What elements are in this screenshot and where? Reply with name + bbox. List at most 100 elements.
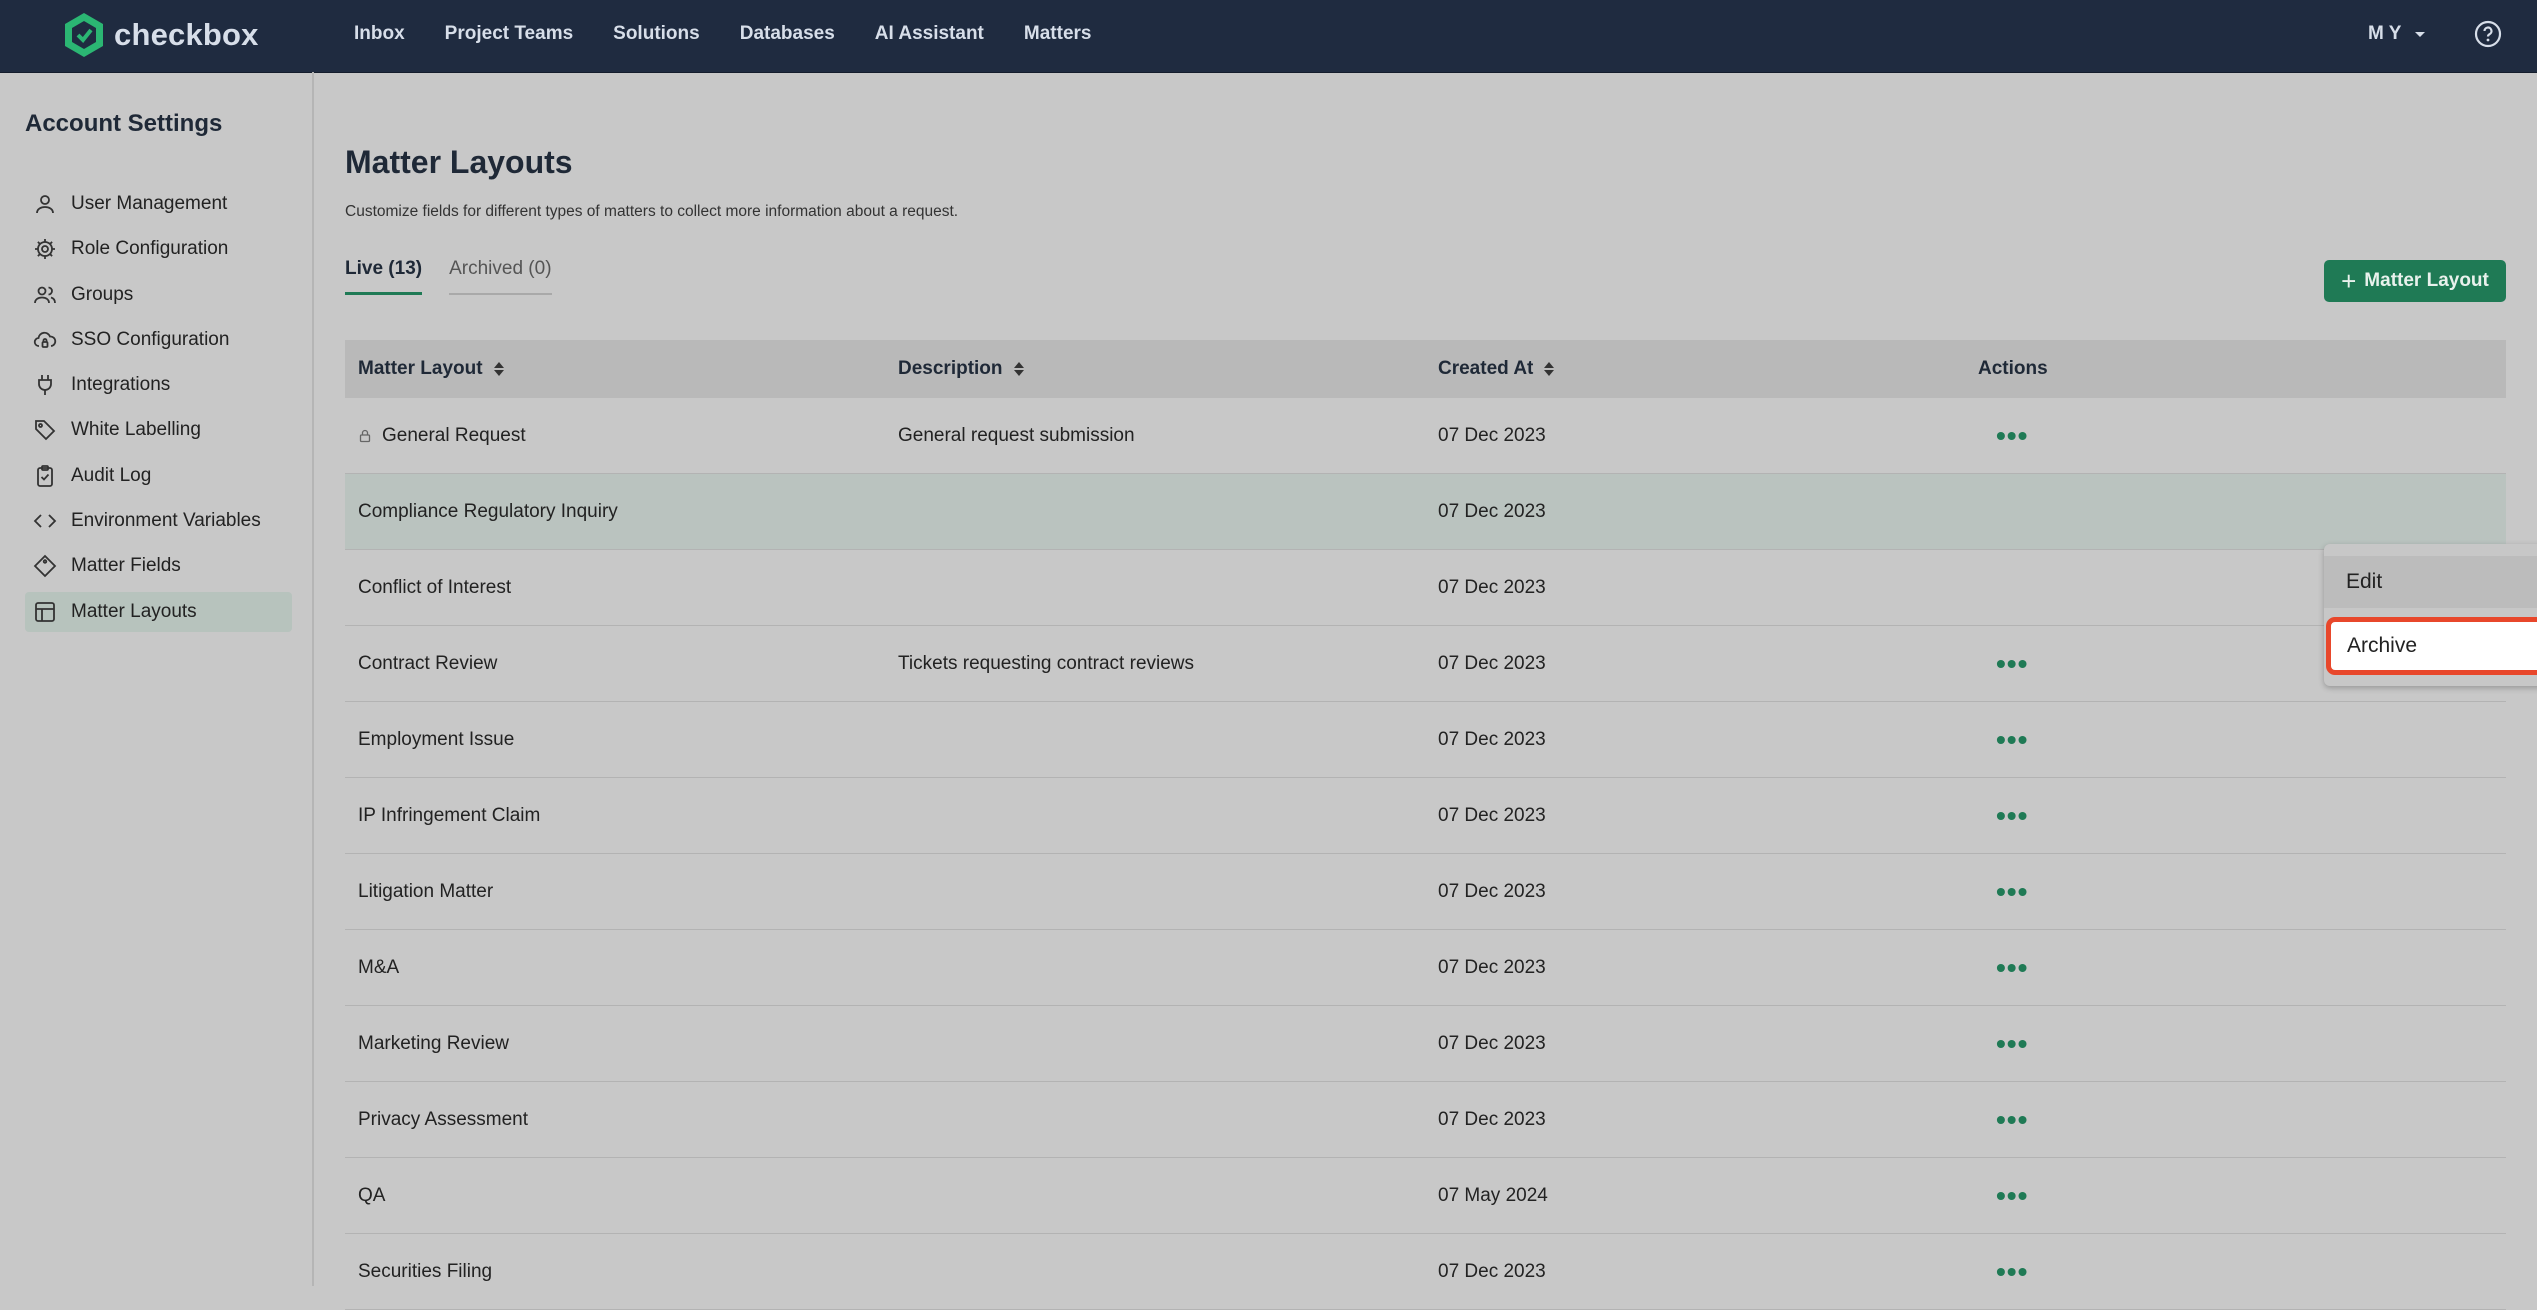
column-header-created-at[interactable]: Created At [1425, 358, 1965, 380]
table-row[interactable]: Litigation Matter 07 Dec 2023 ••• [345, 854, 2506, 930]
layout-icon [35, 601, 55, 622]
cell-created-at: 07 Dec 2023 [1438, 652, 1546, 674]
code-icon [33, 514, 57, 528]
sidebar-item-matter-fields[interactable]: Matter Fields [25, 546, 292, 586]
brand-logo[interactable]: checkbox [62, 10, 259, 60]
add-matter-layout-button[interactable]: + Matter Layout [2324, 260, 2506, 302]
more-actions-icon[interactable]: ••• [1996, 877, 2028, 906]
plug-icon [38, 375, 52, 396]
sidebar-item-environment-variables[interactable]: Environment Variables [25, 501, 292, 541]
nav-solutions[interactable]: Solutions [613, 23, 700, 45]
column-header-label: Actions [1978, 358, 2048, 379]
matter-layouts-table: Matter Layout Description Created At Act… [345, 340, 2506, 1310]
cell-matter-layout: Conflict of Interest [358, 576, 512, 598]
cell-matter-layout: Securities Filing [358, 1260, 493, 1282]
nav-inbox[interactable]: Inbox [354, 23, 405, 45]
sidebar-item-groups[interactable]: Groups [25, 275, 292, 315]
more-actions-icon[interactable]: ••• [1996, 953, 2028, 982]
column-header-label: Created At [1438, 358, 1534, 379]
table-row[interactable]: M&A 07 Dec 2023 ••• [345, 930, 2506, 1006]
nav-ai-assistant[interactable]: AI Assistant [875, 23, 984, 45]
more-actions-icon[interactable]: ••• [1996, 1181, 2028, 1210]
table-row[interactable]: Employment Issue 07 Dec 2023 ••• [345, 702, 2506, 778]
more-actions-icon[interactable]: ••• [1996, 725, 2028, 754]
table-header: Matter Layout Description Created At Act… [345, 340, 2506, 398]
gear-icon [35, 239, 55, 260]
sidebar-item-white-labelling[interactable]: White Labelling [25, 410, 292, 450]
cell-matter-layout: Contract Review [358, 652, 498, 674]
cell-created-at: 07 Dec 2023 [1438, 804, 1546, 826]
nav-matters[interactable]: Matters [1024, 23, 1092, 45]
sidebar-menu: User Management Role Configuration Group… [25, 184, 292, 637]
table-row[interactable]: Contract Review Tickets requesting contr… [345, 626, 2506, 702]
user-menu[interactable]: M Y [2368, 0, 2427, 68]
page-title: Matter Layouts [345, 144, 573, 180]
column-header-description[interactable]: Description [885, 358, 1425, 380]
plus-icon: + [2341, 266, 2357, 296]
chevron-down-icon [2415, 32, 2426, 37]
more-actions-icon[interactable]: ••• [1996, 649, 2028, 678]
sidebar-item-integrations[interactable]: Integrations [25, 365, 292, 405]
cell-created-at: 07 Dec 2023 [1438, 1108, 1546, 1130]
sidebar-item-audit-log[interactable]: Audit Log [25, 456, 292, 496]
tab-archived[interactable]: Archived (0) [449, 258, 552, 295]
cell-matter-layout: Marketing Review [358, 1032, 509, 1054]
sidebar-item-label: SSO Configuration [71, 328, 230, 350]
column-header-label: Description [898, 358, 1003, 379]
sidebar-item-sso-configuration[interactable]: SSO Configuration [25, 320, 292, 360]
sidebar-item-label: Integrations [71, 374, 171, 396]
menu-item-edit[interactable]: Edit [2324, 556, 2537, 608]
actions-dropdown-menu: Edit Archive [2324, 544, 2537, 686]
table-row[interactable]: Compliance Regulatory Inquiry 07 Dec 202… [345, 474, 2506, 550]
cell-created-at: 07 Dec 2023 [1438, 956, 1546, 978]
cell-created-at: 07 Dec 2023 [1438, 1260, 1546, 1282]
nav-project-teams[interactable]: Project Teams [445, 23, 573, 45]
table-row[interactable]: Conflict of Interest 07 Dec 2023 [345, 550, 2506, 626]
sort-icon [1544, 362, 1555, 376]
cell-matter-layout: Litigation Matter [358, 880, 494, 902]
cell-created-at: 07 Dec 2023 [1438, 728, 1546, 750]
column-header-matter-layout[interactable]: Matter Layout [345, 358, 885, 380]
sidebar-item-label: User Management [71, 193, 228, 214]
tab-live[interactable]: Live (13) [345, 258, 423, 295]
table-row[interactable]: Privacy Assessment 07 Dec 2023 ••• [345, 1082, 2506, 1158]
cell-matter-layout: Privacy Assessment [358, 1108, 528, 1130]
cell-matter-layout: QA [358, 1184, 386, 1206]
sidebar-item-label: Role Configuration [71, 238, 229, 260]
user-initials: M Y [2368, 23, 2402, 44]
table-row[interactable]: IP Infringement Claim 07 Dec 2023 ••• [345, 778, 2506, 854]
more-actions-icon[interactable]: ••• [1996, 421, 2028, 450]
cell-matter-layout: General Request [382, 424, 526, 446]
cell-description: Tickets requesting contract reviews [898, 652, 1195, 674]
cell-created-at: 07 Dec 2023 [1438, 500, 1546, 522]
table-row[interactable]: QA 07 May 2024 ••• [345, 1158, 2506, 1234]
more-actions-icon[interactable]: ••• [1996, 801, 2028, 830]
more-actions-icon[interactable]: ••• [1996, 1029, 2028, 1058]
column-header-actions: Actions [1965, 358, 2506, 380]
table-row[interactable]: Securities Filing 07 Dec 2023 ••• [345, 1234, 2506, 1310]
page-description: Customize fields for different types of … [345, 203, 959, 220]
sort-icon [493, 362, 504, 376]
table-row[interactable]: General Request General request submissi… [345, 398, 2506, 474]
sidebar-item-role-configuration[interactable]: Role Configuration [25, 229, 292, 269]
settings-sidebar: Account Settings User Management Role Co… [0, 72, 314, 1286]
help-icon[interactable] [2474, 20, 2502, 48]
brand-name: checkbox [114, 17, 259, 52]
lock-icon [359, 429, 371, 442]
cell-created-at: 07 May 2024 [1438, 1184, 1548, 1206]
cell-matter-layout: IP Infringement Claim [358, 804, 541, 826]
main-nav: Inbox Project Teams Solutions Databases … [354, 0, 1131, 68]
table-row[interactable]: Marketing Review 07 Dec 2023 ••• [345, 1006, 2506, 1082]
cell-created-at: 07 Dec 2023 [1438, 576, 1546, 598]
cell-created-at: 07 Dec 2023 [1438, 424, 1546, 446]
more-actions-icon[interactable]: ••• [1996, 1257, 2028, 1286]
sidebar-item-user-management[interactable]: User Management [25, 184, 292, 224]
sidebar-item-label: Environment Variables [71, 510, 261, 532]
sidebar-item-label: White Labelling [71, 419, 201, 441]
nav-databases[interactable]: Databases [740, 23, 835, 45]
top-navigation-bar: checkbox Inbox Project Teams Solutions D… [0, 0, 2537, 73]
sidebar-item-matter-layouts[interactable]: Matter Layouts [25, 591, 292, 632]
tag-icon [35, 420, 56, 441]
more-actions-icon[interactable]: ••• [1996, 1105, 2028, 1134]
menu-item-archive[interactable]: Archive [2326, 617, 2537, 675]
